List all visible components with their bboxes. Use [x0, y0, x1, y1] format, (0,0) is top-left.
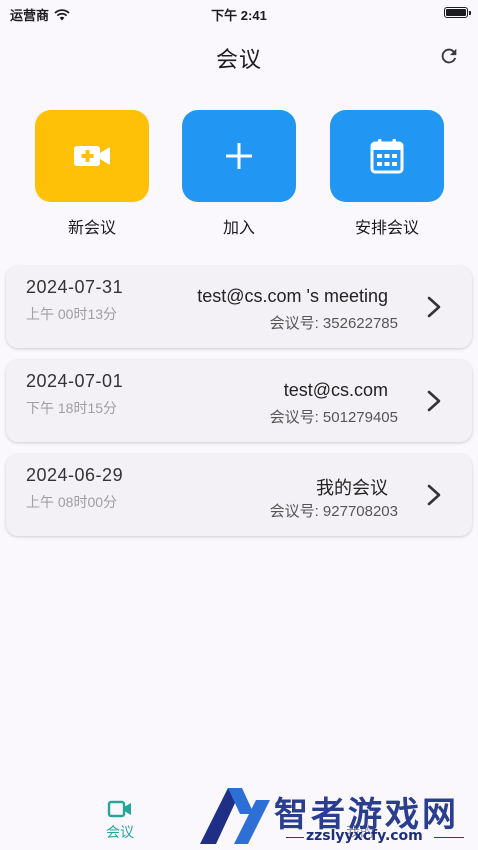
meeting-number: 会议号: 927708203	[269, 503, 398, 520]
meeting-title: test@cs.com 's meeting	[197, 286, 388, 306]
join-meeting-button[interactable]: 加入	[182, 110, 296, 238]
meeting-title: test@cs.com	[283, 380, 388, 400]
new-meeting-tile[interactable]	[35, 110, 149, 202]
meeting-number: 会议号: 352622785	[269, 315, 398, 332]
meeting-time: 上午 00时13分	[26, 306, 118, 322]
battery-icon	[444, 7, 471, 18]
watermark-url: zzslyyxcfy.com	[306, 828, 423, 844]
meeting-number: 会议号: 501279405	[269, 409, 398, 426]
refresh-icon	[441, 48, 457, 64]
watermark: 智者游戏网 zzslyyxcfy.com	[196, 784, 478, 850]
plus-icon	[226, 143, 252, 169]
schedule-meeting-tile[interactable]	[330, 110, 444, 202]
tab-meetings-label: 会议	[106, 824, 134, 840]
meeting-title: 我的会议	[316, 478, 388, 498]
status-bar: 运营商 下午 2:41	[0, 0, 478, 26]
meeting-time: 上午 08时00分	[26, 494, 118, 510]
watermark-logo-icon	[200, 788, 270, 844]
meeting-date: 2024-07-01	[26, 371, 124, 391]
chevron-right-icon	[427, 390, 441, 412]
schedule-meeting-label: 安排会议	[354, 220, 419, 237]
video-plus-icon	[74, 146, 110, 166]
app-bar: 会议	[0, 30, 478, 82]
calendar-icon	[370, 139, 404, 174]
new-meeting-label: 新会议	[67, 220, 116, 237]
quick-actions: 新会议 加入 安排会议	[0, 110, 478, 240]
new-meeting-button[interactable]: 新会议	[35, 110, 149, 238]
join-meeting-label: 加入	[222, 220, 255, 237]
join-meeting-tile[interactable]	[182, 110, 296, 202]
refresh-button[interactable]	[436, 43, 462, 69]
meeting-card[interactable]: 2024-07-31 上午 00时13分 test@cs.com 's meet…	[6, 266, 472, 348]
page-title: 会议	[215, 47, 262, 72]
meeting-time: 下午 18时15分	[26, 400, 118, 416]
meeting-date: 2024-07-31	[26, 277, 124, 297]
chevron-right-icon	[427, 484, 441, 506]
chevron-right-icon	[427, 296, 441, 318]
meeting-date: 2024-06-29	[26, 465, 124, 485]
video-camera-icon	[107, 800, 131, 818]
status-time: 下午 2:41	[211, 8, 267, 23]
schedule-meeting-button[interactable]: 安排会议	[330, 110, 444, 238]
meeting-list: 2024-07-31 上午 00时13分 test@cs.com 's meet…	[6, 266, 472, 548]
tab-meetings[interactable]: 会议	[80, 800, 160, 842]
meeting-card[interactable]: 2024-06-29 上午 08时00分 我的会议 会议号: 927708203	[6, 454, 472, 536]
meeting-card[interactable]: 2024-07-01 下午 18时15分 test@cs.com 会议号: 50…	[6, 360, 472, 442]
